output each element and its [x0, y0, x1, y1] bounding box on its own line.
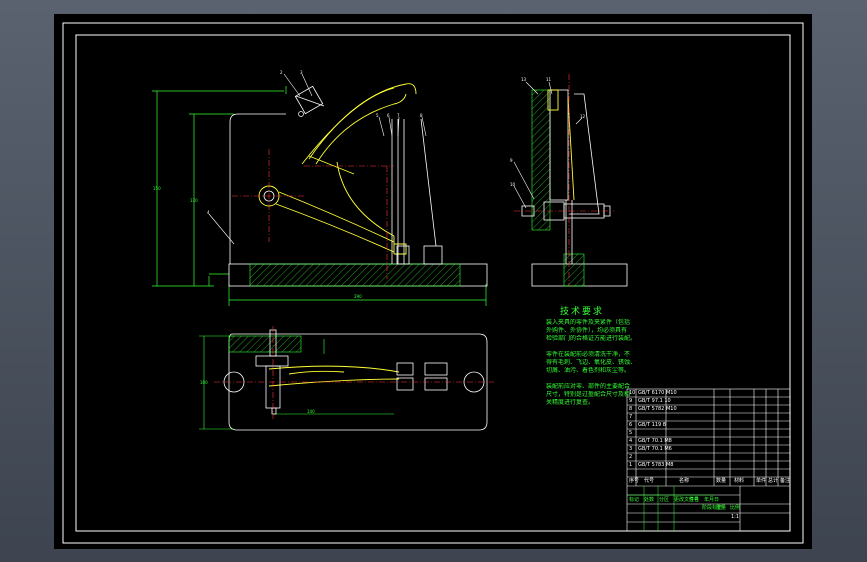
title-block-part-code: GB/T 6170 M10 — [638, 390, 677, 396]
tech-line: 切屑、油污、着色剂和灰尘等。 — [546, 367, 631, 374]
tech-line: 装入夹具的零件及夹紧件（包括 — [546, 319, 631, 326]
title-block-footer-cell: 处数 — [644, 497, 655, 503]
dim-text-height-2: 130 — [190, 198, 198, 203]
top-arm — [268, 365, 400, 387]
tech-line: 零件在装配前必须清洗干净，不 — [546, 351, 631, 358]
balloon-12: 12 — [580, 114, 586, 119]
title-block-row-number: 5 — [629, 430, 633, 436]
balloon-8: 8 — [420, 113, 423, 118]
balloon-5: 5 — [376, 113, 379, 118]
title-block-footer-cell: 分区 — [659, 497, 670, 503]
title-block-header-cell: 单件 — [756, 478, 767, 484]
assembly-drawing: 150 130 290 2 3 4 5 6 7 8 13 11 12 9 10 … — [62, 22, 804, 544]
title-block-part-code: GB/T 70.1 M8 — [638, 438, 672, 444]
balloon-3: 3 — [300, 70, 303, 75]
front-centerlines — [232, 149, 394, 279]
side-view: 13 11 12 9 10 — [510, 74, 628, 287]
balloon-2: 2 — [280, 70, 283, 75]
swing-arm — [275, 83, 417, 255]
title-block-part-code: GB/T 70.1 M6 — [638, 446, 672, 452]
title-block-row-number: 6 — [629, 422, 633, 428]
title-block-footer-cell: 标记 — [629, 497, 640, 503]
balloon-9: 9 — [510, 158, 513, 163]
title-block-header-cell: 备注 — [780, 478, 791, 484]
front-view: 150 130 290 2 3 4 5 6 7 8 — [152, 70, 488, 306]
guide-rods — [391, 118, 443, 265]
title-block-row-number: 10 — [629, 390, 636, 396]
title-block-part-code: GB/T 5783 M8 — [638, 462, 674, 468]
balloon-11: 11 — [546, 77, 552, 82]
title-block-row-number: 3 — [629, 446, 633, 452]
svg-text:140: 140 — [307, 409, 315, 414]
tech-line: 外购件、外协件），均必须具有 — [546, 327, 628, 334]
title-block-part-code: GB/T 5782 M10 — [638, 406, 677, 412]
title-block-stage-cell: 重量 — [716, 505, 727, 511]
title-block-scale: 1:1 — [731, 514, 740, 520]
title-block-header-cell: 名称 — [679, 478, 690, 484]
dim-text-width: 290 — [354, 294, 362, 299]
title-block-row-number: 7 — [629, 414, 633, 420]
svg-text:100: 100 — [200, 380, 208, 385]
title-block-header-cell: 代号 — [644, 478, 655, 484]
title-block-row-number: 9 — [629, 398, 633, 404]
top-view: 100 140 — [199, 326, 494, 431]
title-block-row-number: 2 — [629, 454, 633, 460]
title-block-footer-cell: 签名 — [689, 497, 700, 503]
base-hatch — [249, 263, 461, 287]
title-block-row-number: 8 — [629, 406, 633, 412]
title-block-row-number: 4 — [629, 438, 633, 444]
title-block-header-cell: 数量 — [716, 478, 727, 484]
upright-plate — [229, 113, 286, 264]
title-block-part-code: GB/T 119 8 — [638, 422, 666, 428]
title-block-header-cell: 材料 — [734, 478, 745, 484]
title-block-footer-cell: 年月日 — [704, 497, 720, 503]
tech-line: 得有毛刺、飞边、氧化皮、锈蚀、 — [546, 359, 637, 366]
title-block-header-cell: 序号 — [629, 478, 640, 484]
title-block-header-cell: 总计 — [768, 478, 779, 484]
side-plate-hatch — [531, 89, 551, 231]
balloon-6: 6 — [387, 113, 390, 118]
dim-text-height: 150 — [153, 186, 161, 191]
balloon-13: 13 — [521, 77, 527, 82]
tech-line: 检验部门的合格证方能进行装配。 — [546, 335, 637, 342]
title-block-row-number: 1 — [629, 462, 633, 468]
tech-line: 装配前应对零、部件的主要配合 — [546, 383, 631, 390]
title-block-part-code: GB/T 97.1 10 — [638, 398, 671, 404]
title-block-stage-cell: 比例 — [730, 505, 741, 511]
cad-viewport[interactable]: 150 130 290 2 3 4 5 6 7 8 13 11 12 9 10 … — [54, 14, 812, 549]
tech-requirements-title: 技术要求 — [560, 307, 605, 317]
balloon-7: 7 — [397, 113, 400, 118]
balloon-10: 10 — [510, 182, 516, 187]
